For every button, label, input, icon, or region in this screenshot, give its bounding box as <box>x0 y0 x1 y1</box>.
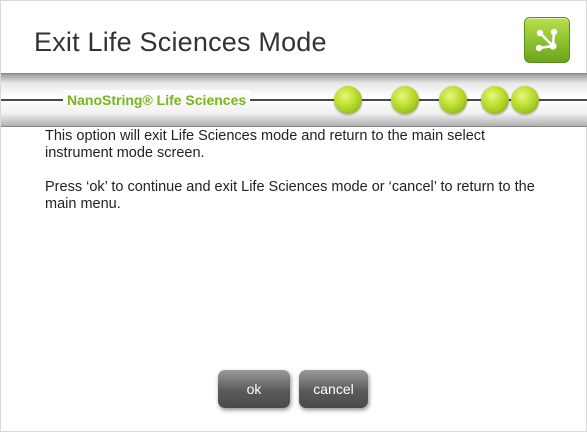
dialog-message: This option will exit Life Sciences mode… <box>45 128 555 230</box>
progress-dot <box>334 86 362 114</box>
progress-dot <box>511 86 539 114</box>
brand-banner: NanoString® Life Sciences <box>1 73 587 127</box>
dialog-title: Exit Life Sciences Mode <box>34 27 327 57</box>
progress-dot <box>439 86 467 114</box>
progress-dot <box>481 86 509 114</box>
progress-dot <box>391 86 419 114</box>
message-paragraph-2: Press ‘ok’ to continue and exit Life Sci… <box>45 179 535 212</box>
cancel-button[interactable]: cancel <box>299 370 368 408</box>
brand-label: NanoString® Life Sciences <box>63 90 251 110</box>
network-icon <box>524 17 570 63</box>
ok-button[interactable]: ok <box>218 370 290 408</box>
exit-mode-dialog: Exit Life Sciences Mode NanoString® Life… <box>0 0 587 432</box>
message-paragraph-1: This option will exit Life Sciences mode… <box>45 128 486 161</box>
